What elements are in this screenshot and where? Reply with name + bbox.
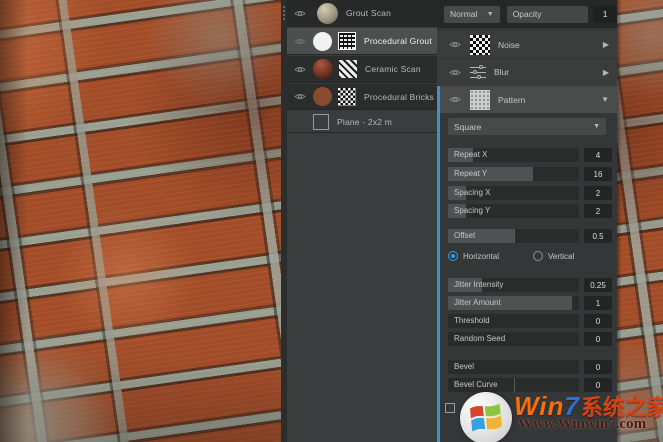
orientation-radio-group: Horizontal Vertical: [448, 250, 608, 262]
bevel-curve-slider[interactable]: Bevel Curve: [448, 378, 579, 392]
slider-row-spacing-x: Spacing X 2: [437, 186, 617, 200]
repeat-y-slider[interactable]: Repeat Y: [448, 167, 579, 181]
chevron-down-icon[interactable]: ▼: [601, 95, 609, 104]
viewport-shading-right: [617, 0, 663, 442]
slider-row-bevel-curve: Bevel Curve 0: [437, 378, 617, 392]
blend-mode-dropdown[interactable]: Normal ▼: [444, 5, 500, 23]
layer-header-bar: Normal ▼ Opacity 1: [437, 0, 618, 28]
viewport-shading: [0, 0, 281, 442]
horizontal-radio[interactable]: [448, 251, 458, 261]
threshold-value[interactable]: 0: [584, 314, 612, 328]
repeat-x-value[interactable]: 4: [584, 148, 612, 162]
visibility-eye-icon[interactable]: [446, 95, 464, 104]
drag-dots-icon: [283, 6, 285, 20]
filter-label: Noise: [498, 39, 520, 50]
layer-label: Grout Scan: [346, 8, 391, 18]
slider-row-threshold: Threshold 0: [437, 314, 617, 328]
filter-row-blur[interactable]: Blur ▶: [437, 59, 617, 85]
layer-label: Procedural Grout: [364, 36, 432, 46]
layers-panel: Grout Scan Procedural Grout Ceramic Scan…: [281, 0, 437, 442]
option-checkbox[interactable]: [445, 403, 455, 413]
slider-row-offset: Offset 0.5: [437, 229, 617, 243]
jitter-intensity-slider[interactable]: Jitter Intensity: [448, 278, 579, 292]
filter-row-pattern[interactable]: Pattern ▼: [437, 86, 617, 113]
spacing-x-slider[interactable]: Spacing X: [448, 186, 579, 200]
slider-row-bevel: Bevel 0: [437, 360, 617, 374]
chevron-right-icon[interactable]: ▶: [603, 40, 609, 49]
visibility-eye-icon[interactable]: [446, 68, 464, 77]
visibility-eye-icon[interactable]: [291, 92, 309, 101]
random-seed-slider[interactable]: Random Seed: [448, 332, 579, 346]
noise-thumbnail: [470, 34, 490, 55]
shape-value: Square: [454, 121, 482, 132]
slider-row-jitter-amount: Jitter Amount 1: [437, 296, 617, 310]
option-checkbox-row: [445, 403, 455, 413]
pattern-thumbnail: [470, 89, 490, 110]
app-window: Grout Scan Procedural Grout Ceramic Scan…: [0, 0, 663, 442]
opacity-label: Opacity: [512, 9, 542, 19]
slider-center-notch: [513, 229, 515, 243]
material-sphere-thumbnail: [313, 59, 333, 79]
spacing-y-value[interactable]: 2: [584, 204, 612, 218]
plane-icon: [313, 113, 329, 130]
offset-slider[interactable]: Offset: [448, 229, 579, 243]
viewport-3d[interactable]: [0, 0, 281, 442]
layer-row-grout-scan[interactable]: Grout Scan: [287, 0, 437, 27]
jitter-intensity-value[interactable]: 0.25: [584, 278, 612, 292]
layer-label: Ceramic Scan: [365, 64, 421, 74]
blend-mode-value: Normal: [450, 9, 478, 19]
visibility-eye-icon[interactable]: [291, 37, 309, 46]
repeat-x-slider[interactable]: Repeat X: [448, 148, 579, 162]
properties-panel: Normal ▼ Opacity 1 Noise ▶ Blur ▶ Patter…: [437, 0, 618, 442]
layer-label: Plane - 2x2 m: [337, 116, 393, 127]
offset-value[interactable]: 0.5: [584, 229, 612, 243]
visibility-eye-icon[interactable]: [291, 65, 309, 74]
slider-row-jitter-intensity: Jitter Intensity 0.25: [437, 278, 617, 292]
chevron-down-icon: ▼: [486, 10, 494, 18]
layer-row-ceramic-scan[interactable]: Ceramic Scan: [287, 56, 437, 83]
sliders-icon: [470, 65, 486, 79]
layer-color-swatch: [313, 87, 332, 106]
chevron-down-icon: ▼: [593, 123, 600, 130]
material-sphere-thumbnail: [317, 2, 338, 24]
chevron-right-icon[interactable]: ▶: [603, 68, 609, 77]
filter-row-noise[interactable]: Noise ▶: [437, 31, 617, 58]
horizontal-label: Horizontal: [463, 251, 500, 261]
vertical-label: Vertical: [548, 251, 575, 261]
slider-row-repeat-y: Repeat Y 16: [437, 167, 617, 181]
pattern-thumbnail: [338, 32, 356, 50]
layer-row-plane[interactable]: Plane - 2x2 m: [287, 111, 437, 133]
pattern-shape-dropdown[interactable]: Square ▼: [448, 118, 606, 135]
filter-label: Pattern: [498, 94, 526, 105]
layer-row-procedural-bricks[interactable]: Procedural Bricks: [287, 84, 437, 110]
bevel-slider[interactable]: Bevel: [448, 360, 579, 374]
spacing-x-value[interactable]: 2: [584, 186, 612, 200]
pattern-thumbnail: [338, 87, 356, 106]
threshold-slider[interactable]: Threshold: [448, 314, 579, 328]
jitter-amount-value[interactable]: 1: [584, 296, 612, 310]
layer-label: Procedural Bricks: [364, 91, 435, 102]
repeat-y-value[interactable]: 16: [584, 167, 612, 181]
slider-row-repeat-x: Repeat X 4: [437, 148, 617, 162]
pattern-thumbnail: [339, 60, 357, 78]
slider-row-spacing-y: Spacing Y 2: [437, 204, 617, 218]
bevel-value[interactable]: 0: [584, 360, 612, 374]
layer-color-swatch: [313, 31, 332, 51]
bevel-curve-value[interactable]: 0: [584, 378, 612, 392]
layer-row-procedural-grout[interactable]: Procedural Grout: [287, 28, 437, 55]
opacity-value-field[interactable]: 1: [593, 5, 618, 23]
visibility-eye-icon[interactable]: [291, 9, 309, 18]
viewport-3d-right[interactable]: [617, 0, 663, 442]
slider-row-random-seed: Random Seed 0: [437, 332, 617, 346]
spacing-y-slider[interactable]: Spacing Y: [448, 204, 579, 218]
random-seed-value[interactable]: 0: [584, 332, 612, 346]
jitter-amount-slider[interactable]: Jitter Amount: [448, 296, 579, 310]
visibility-eye-icon[interactable]: [446, 40, 464, 49]
vertical-radio[interactable]: [533, 251, 544, 261]
slider-center-notch: [513, 378, 515, 392]
filter-label: Blur: [494, 67, 510, 77]
opacity-slider[interactable]: Opacity: [506, 5, 589, 23]
